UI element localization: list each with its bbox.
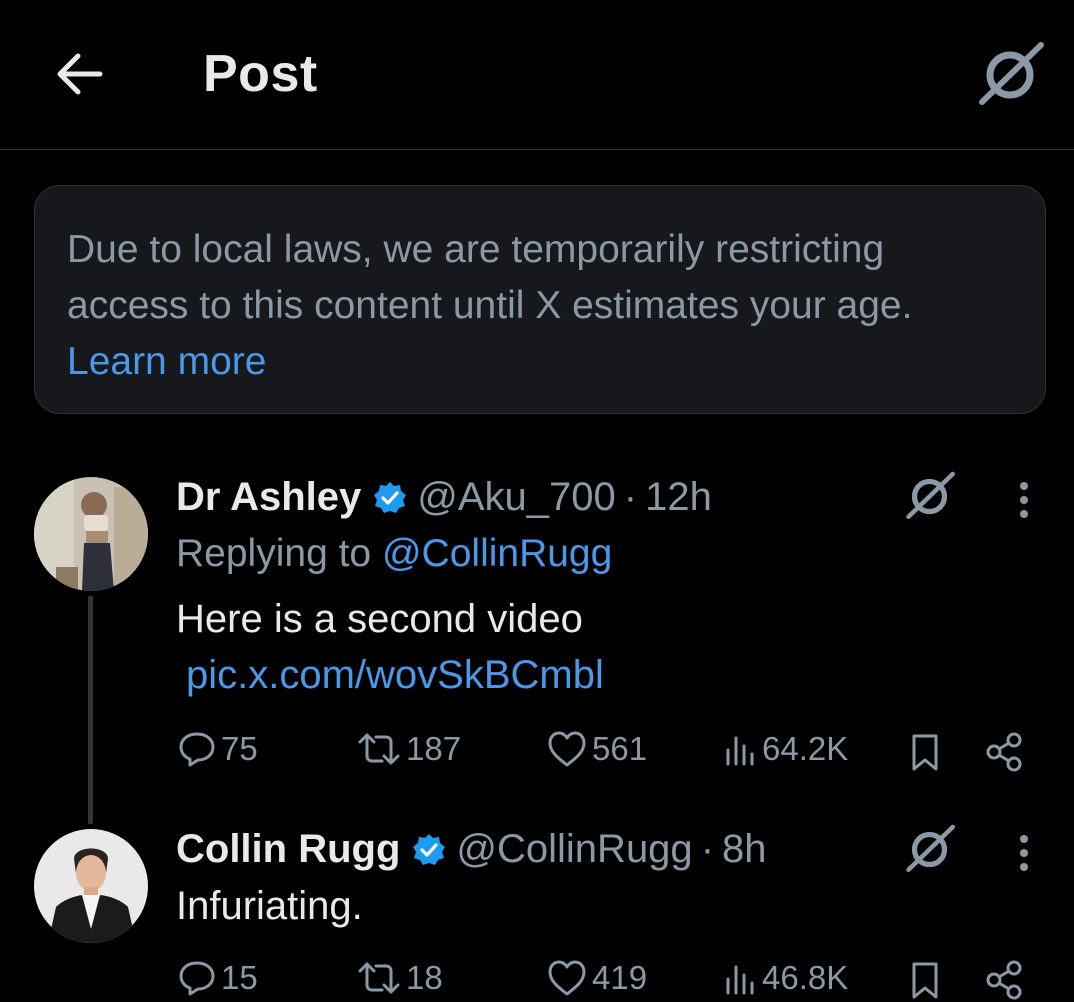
views-button[interactable]: 46.8K: [724, 959, 848, 997]
more-options-button[interactable]: [1006, 828, 1042, 878]
author-name[interactable]: Collin Rugg: [176, 827, 400, 872]
repost-button[interactable]: 18: [356, 959, 443, 997]
tweet-header: Dr Ashley @Aku_700 · 12h: [176, 475, 712, 520]
repost-count: 18: [406, 959, 443, 996]
views-button[interactable]: 64.2K: [724, 730, 848, 768]
verified-badge-icon: [413, 833, 446, 865]
bookmark-icon: [912, 734, 938, 771]
thread-connector-line: [88, 596, 93, 824]
share-button[interactable]: [982, 958, 1026, 1002]
share-icon: [986, 960, 1022, 1000]
reply-icon: [179, 961, 215, 996]
like-count: 419: [592, 959, 648, 996]
views-icon: [726, 965, 754, 995]
grok-icon: [906, 824, 955, 872]
like-icon: [548, 731, 586, 767]
repost-icon: [358, 962, 400, 994]
grok-icon: [979, 42, 1044, 105]
more-icon: [1020, 482, 1028, 518]
bookmark-button[interactable]: [904, 958, 946, 1002]
like-count: 561: [592, 730, 648, 767]
avatar[interactable]: [34, 829, 148, 943]
repost-button[interactable]: 187: [356, 730, 461, 768]
grok-button[interactable]: [976, 40, 1048, 106]
grok-button[interactable]: [904, 823, 958, 873]
author-handle[interactable]: @Aku_700: [417, 475, 616, 520]
share-button[interactable]: [982, 730, 1026, 774]
replying-to: Replying to @CollinRugg: [176, 532, 612, 576]
timestamp[interactable]: 8h: [722, 827, 767, 872]
tweet-header: Collin Rugg @CollinRugg · 8h: [176, 827, 767, 872]
like-icon: [548, 960, 586, 996]
grok-icon: [906, 471, 955, 519]
share-icon: [986, 732, 1022, 772]
avatar[interactable]: [34, 477, 148, 591]
mention-link[interactable]: @CollinRugg: [382, 532, 612, 575]
timestamp[interactable]: 12h: [645, 475, 712, 520]
back-arrow-icon: [57, 53, 103, 95]
notice-text: Due to local laws, we are temporarily re…: [67, 228, 913, 327]
reply-count: 15: [221, 959, 258, 996]
like-button[interactable]: 419: [546, 959, 647, 997]
author-name[interactable]: Dr Ashley: [176, 475, 361, 520]
repost-count: 187: [406, 730, 462, 767]
top-bar: Post: [0, 0, 1074, 150]
avatar-photo: [34, 829, 148, 943]
back-button[interactable]: [52, 50, 106, 98]
separator-dot: ·: [700, 827, 715, 871]
verified-badge: [412, 833, 446, 867]
bookmark-icon: [912, 962, 938, 999]
verified-badge: [373, 481, 407, 515]
views-count: 46.8K: [762, 959, 849, 996]
tweet-text: Infuriating.: [176, 884, 363, 928]
views-icon: [726, 736, 754, 766]
avatar-photo: [34, 477, 148, 591]
media-link[interactable]: pic.x.com/wovSkBCmbl: [186, 653, 604, 698]
replying-to-label: Replying to: [176, 532, 382, 575]
repost-icon: [358, 733, 400, 765]
author-handle[interactable]: @CollinRugg: [456, 827, 692, 872]
views-count: 64.2K: [762, 730, 849, 767]
reply-icon: [179, 732, 215, 767]
more-options-button[interactable]: [1006, 475, 1042, 525]
like-button[interactable]: 561: [546, 730, 647, 768]
page-title: Post: [203, 45, 318, 103]
bookmark-button[interactable]: [904, 730, 946, 774]
more-icon: [1020, 835, 1028, 871]
grok-button[interactable]: [904, 470, 958, 520]
separator-dot: ·: [623, 475, 638, 519]
verified-badge-icon: [374, 481, 407, 513]
reply-button[interactable]: 15: [177, 959, 258, 997]
reply-button[interactable]: 75: [177, 730, 258, 768]
reply-count: 75: [221, 730, 258, 767]
learn-more-link[interactable]: Learn more: [67, 334, 1015, 390]
age-restriction-notice: Due to local laws, we are temporarily re…: [34, 185, 1046, 414]
tweet-text: Here is a second video: [176, 597, 583, 641]
